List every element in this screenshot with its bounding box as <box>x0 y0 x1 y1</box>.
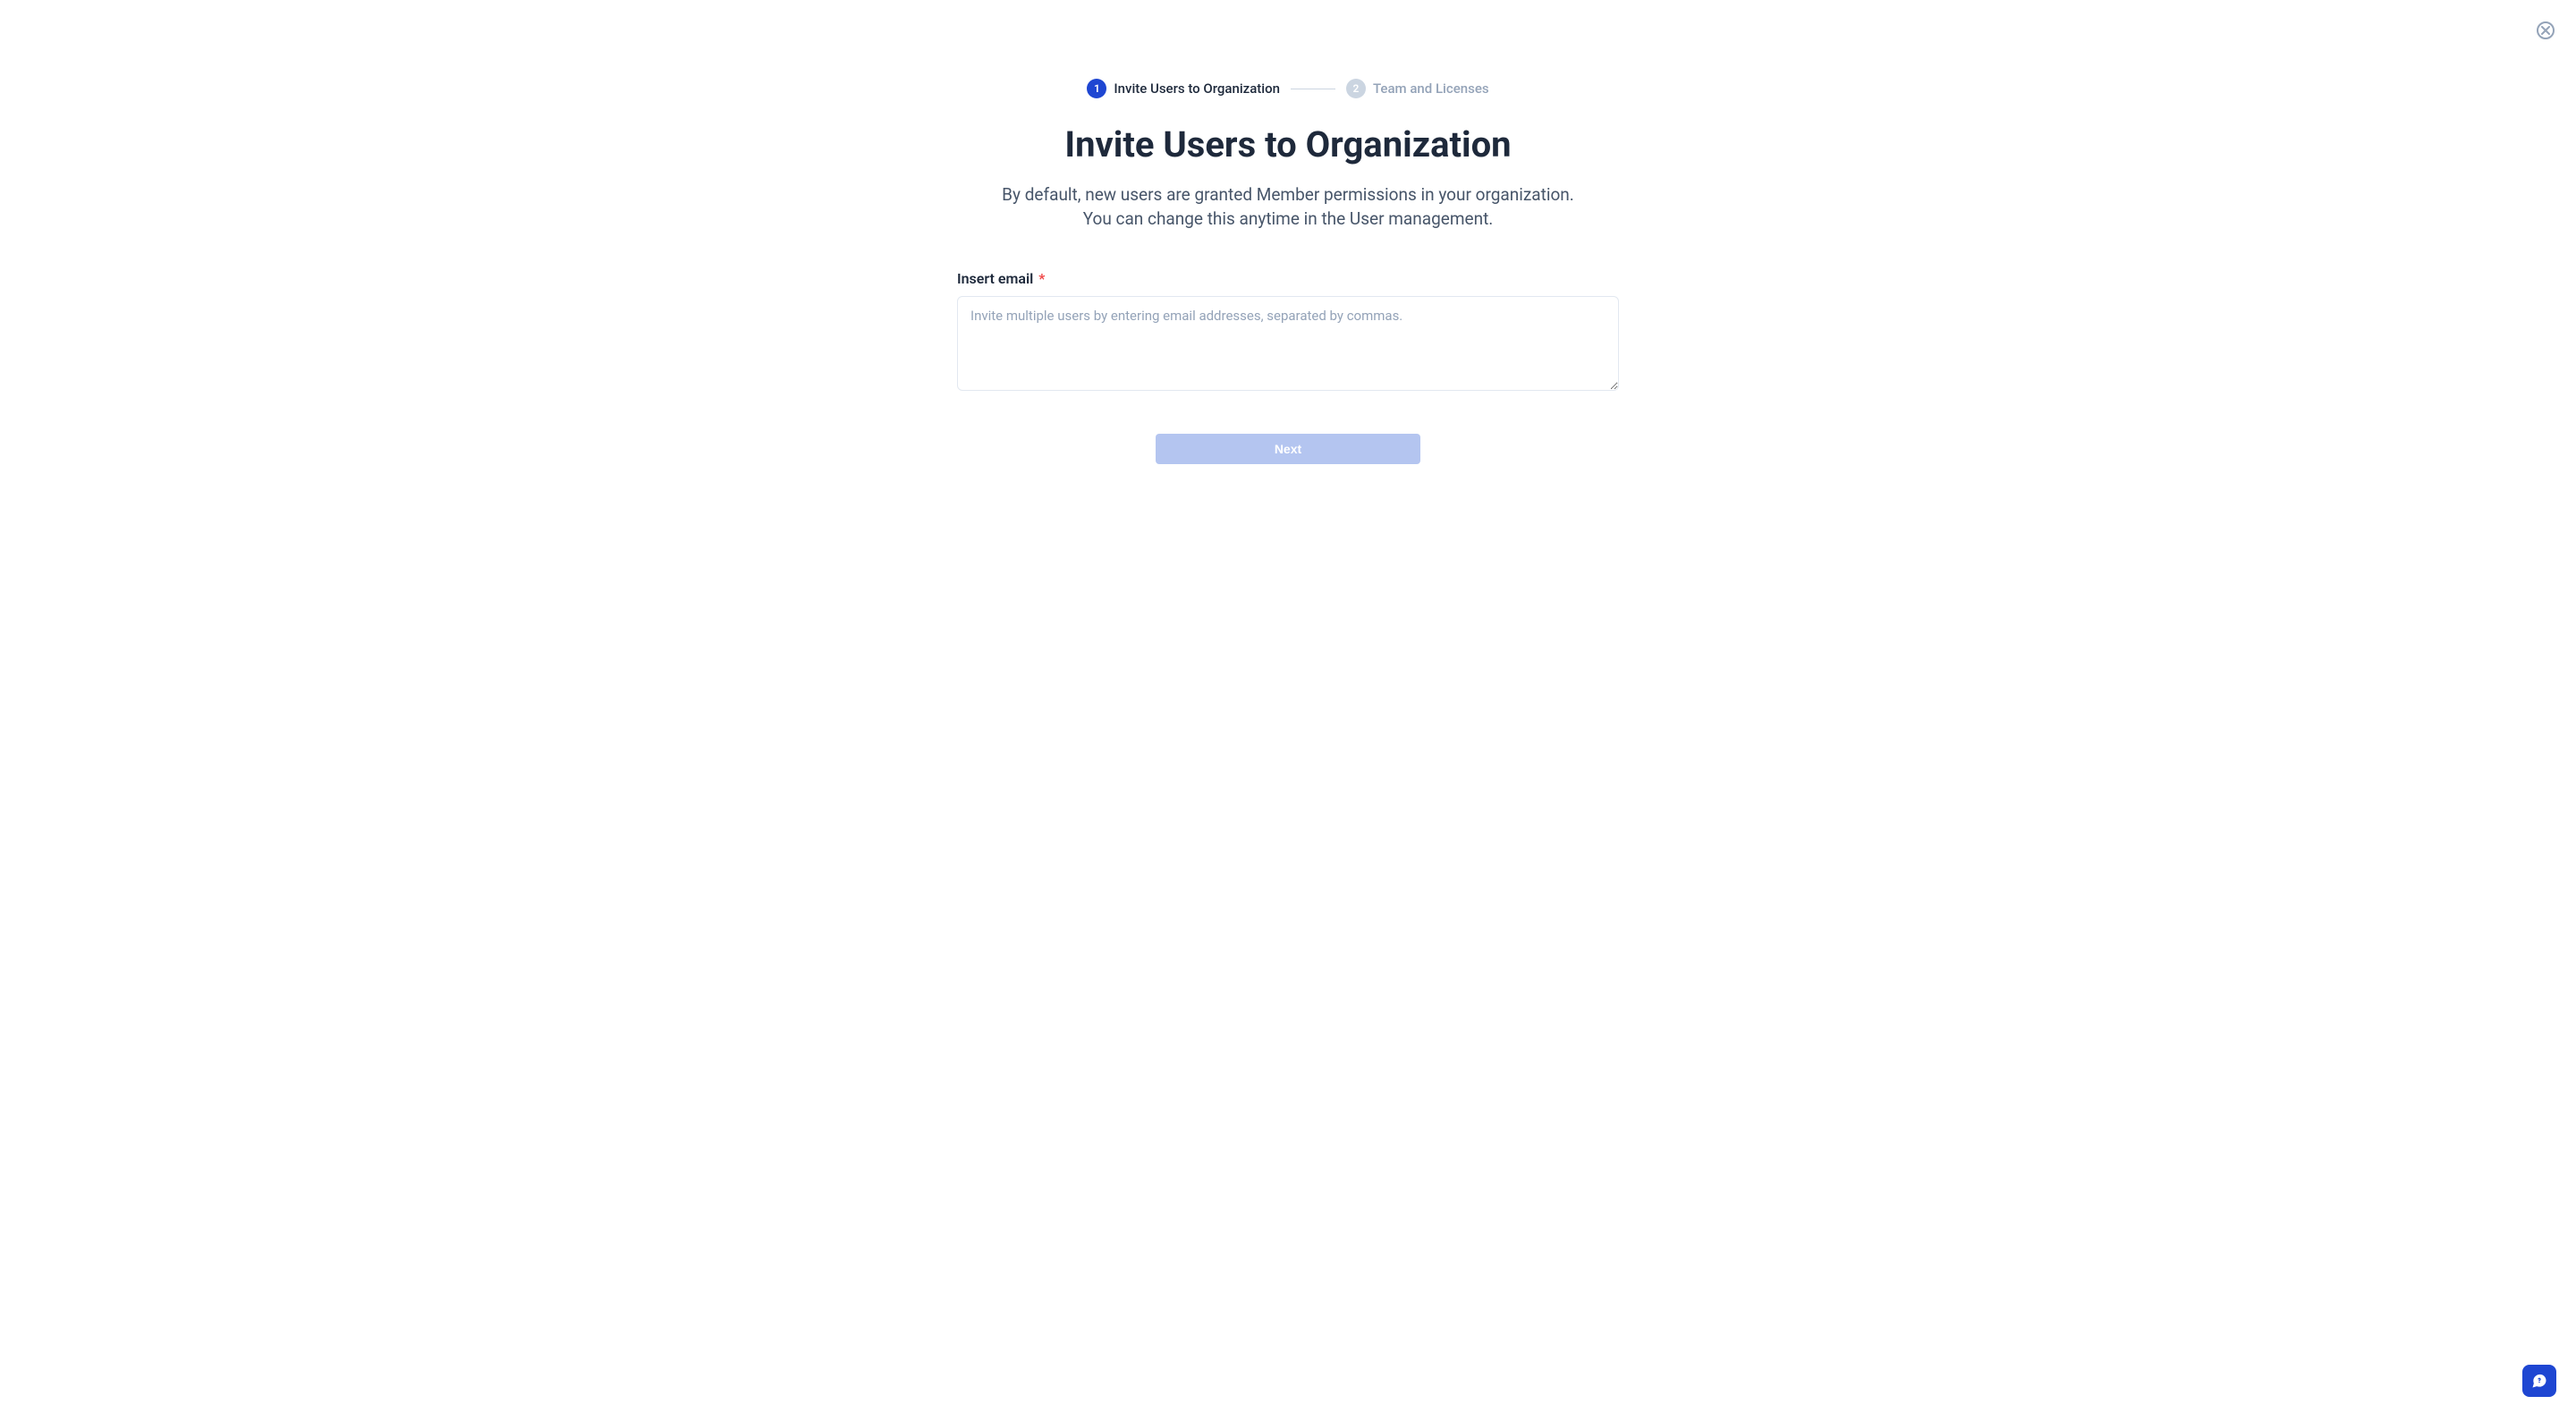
button-row: Next <box>957 434 1619 464</box>
step-1-circle: 1 <box>1087 79 1106 98</box>
step-2-number: 2 <box>1353 82 1360 95</box>
email-form-group: Insert email * <box>957 270 1619 394</box>
help-icon <box>2530 1372 2548 1390</box>
email-input[interactable] <box>957 296 1619 391</box>
close-icon <box>2541 26 2550 35</box>
step-1[interactable]: 1 Invite Users to Organization <box>1087 79 1280 98</box>
main-container: 1 Invite Users to Organization 2 Team an… <box>957 0 1619 464</box>
email-label: Insert email * <box>957 270 1619 287</box>
step-2[interactable]: 2 Team and Licenses <box>1346 79 1489 98</box>
page-title: Invite Users to Organization <box>957 123 1619 165</box>
step-1-label: Invite Users to Organization <box>1114 80 1280 97</box>
step-1-number: 1 <box>1094 82 1100 95</box>
step-2-circle: 2 <box>1346 79 1366 98</box>
required-asterisk: * <box>1038 270 1045 287</box>
help-button[interactable] <box>2522 1365 2556 1397</box>
close-button[interactable] <box>2537 21 2555 39</box>
email-label-text: Insert email <box>957 270 1033 287</box>
step-2-label: Team and Licenses <box>1373 80 1489 97</box>
page-description: By default, new users are granted Member… <box>993 183 1583 231</box>
stepper: 1 Invite Users to Organization 2 Team an… <box>957 79 1619 98</box>
next-button[interactable]: Next <box>1156 434 1420 464</box>
